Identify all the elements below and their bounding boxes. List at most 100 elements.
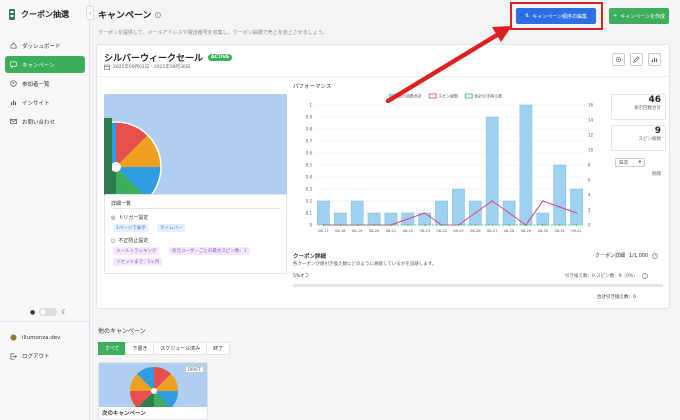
chart-point [407, 224, 409, 226]
coupon-name: 5%オフ [293, 274, 310, 279]
y-tick-label: 0.4 [306, 174, 313, 179]
y-tick-label: 0 [309, 222, 312, 227]
fraud-title: ○ 不正防止設定 [111, 237, 148, 245]
campaign-name: シルバーウィークセール [104, 54, 204, 64]
create-label: キャンペーンを作成 [620, 13, 665, 20]
gear-icon [615, 56, 622, 63]
chart-point [440, 224, 443, 226]
x-tick-label: 08-31 [554, 229, 564, 233]
legend-swatch [428, 93, 437, 99]
chart-point [356, 224, 358, 226]
logout-button[interactable]: ログアウト [10, 352, 50, 360]
mail-icon [10, 118, 17, 125]
user-name: illumonza.dev [22, 334, 61, 341]
chart-bar [519, 104, 533, 226]
sidebar-item-contact[interactable]: お問い合わせ [5, 113, 85, 130]
edit-icon [633, 56, 640, 63]
y2-tick-label: 12 [588, 132, 594, 137]
mini-card-name: 次のキャンペーン [99, 407, 207, 419]
chart-point [407, 218, 409, 220]
x-tick-label: 08-17 [318, 229, 328, 233]
legend-label: 合計引き換え数 [474, 93, 502, 99]
user-account[interactable]: illumonza.dev [10, 334, 60, 341]
status-badge: ACTIVE [208, 54, 233, 61]
sidebar-item-participants[interactable]: 参加者一覧 [5, 75, 85, 92]
sidebar-divider [0, 321, 90, 322]
views-stat: 46 表示回数合計 [611, 94, 666, 120]
settings-button[interactable] [612, 53, 625, 66]
help-icon[interactable]: ? [154, 11, 161, 18]
coupon-exchange-text: 引き換え数：0 スピン数：9（0%） [565, 274, 638, 279]
campaign-title: シルバーウィークセール ACTIVE [104, 51, 233, 64]
sidebar-item-insights[interactable]: インサイト [5, 94, 85, 111]
views-label: 表示回数合計 [634, 106, 661, 111]
highlight-box [510, 2, 603, 30]
chat-icon [10, 61, 17, 68]
chart-point [508, 224, 510, 226]
logout-label: ログアウト [22, 354, 50, 360]
chart-point [457, 224, 460, 226]
stats-button[interactable] [648, 53, 661, 66]
y2-tick-label: 4 [588, 192, 591, 197]
chart-point [423, 224, 426, 226]
page-title: キャンペーン ? [98, 8, 161, 21]
legend-swatch [388, 93, 397, 99]
x-tick-label: 08-18 [335, 229, 346, 233]
x-tick-label: 08-19 [352, 229, 363, 233]
campaign-mini-card[interactable]: DRAFT 次のキャンペーン [98, 362, 208, 420]
brand[interactable]: クーポン抽選 [8, 9, 69, 20]
x-tick-label: 08-27 [487, 229, 497, 233]
x-tick-label: 08-30 [538, 229, 549, 233]
chart-point [575, 224, 578, 226]
chart-point [491, 224, 493, 226]
create-campaign-button[interactable]: + キャンペーンを作成 [609, 8, 669, 24]
period-select-value: 日次 [619, 160, 628, 166]
main-content: キャンペーン ? クーポンを提供して、メールアドレスや電話番号を収集し、クーポン… [90, 0, 680, 420]
coupon-count: クーポン詳細 1/1,000 ? [595, 252, 659, 259]
legend-label: 表示回数合計 [398, 93, 422, 99]
logout-icon [10, 353, 17, 359]
chart-point [542, 224, 544, 226]
x-tick-label: 08-23 [419, 229, 429, 233]
x-tick-label: 08-21 [386, 229, 396, 233]
sidebar-item-label: 参加者一覧 [22, 81, 50, 88]
period-select[interactable]: 日次 ▾ [615, 158, 645, 167]
page-subtitle: クーポンを提供して、メールアドレスや電話番号を収集し、クーポン抽選で売上を向上さ… [98, 30, 328, 36]
brand-title: クーポン抽選 [21, 10, 69, 19]
sidebar-item-campaign[interactable]: キャンペーン [5, 56, 85, 73]
chart-point [558, 224, 561, 226]
fraud-chip: リセットまで：1ヶ月 [113, 258, 163, 266]
trigger-title-text: トリガー設定 [118, 215, 149, 221]
spins-total: 9 [654, 126, 661, 136]
x-tick-label: 08-22 [403, 229, 413, 233]
tab-draft[interactable]: 下書き [125, 342, 154, 355]
edit-button[interactable] [630, 53, 643, 66]
sidebar-item-dashboard[interactable]: ダッシュボード [5, 37, 85, 54]
toggle-knob [40, 309, 47, 315]
tab-ended[interactable]: 終了 [206, 342, 231, 355]
x-tick-label: 08-26 [470, 229, 481, 233]
theme-toggle[interactable]: ● ☾ [30, 308, 68, 316]
chart-bar [350, 200, 364, 226]
legend-label: スピン総数 [438, 93, 458, 99]
avatar-icon [10, 334, 17, 341]
toggle-track[interactable] [39, 308, 58, 316]
y2-tick-label: 10 [588, 147, 594, 152]
tab-scheduled[interactable]: スケジュール済み [153, 342, 207, 355]
x-tick-label: 08-20 [369, 229, 380, 233]
chart-bar [367, 212, 381, 226]
card-divider [97, 76, 669, 77]
calendar-icon [104, 64, 110, 70]
chart-point [322, 224, 325, 226]
sun-icon: ● [30, 308, 36, 316]
chart-bar [570, 188, 583, 226]
help-icon[interactable]: ? [652, 252, 659, 259]
help-icon[interactable]: ? [641, 273, 648, 279]
chart-point [558, 206, 561, 208]
chart-point [508, 212, 510, 214]
logo-icon [9, 9, 15, 20]
spins-stat: 9 スピン総数 [611, 125, 666, 151]
tab-all[interactable]: すべて [98, 342, 126, 355]
chart-point [474, 224, 477, 226]
chart-point [339, 224, 342, 226]
